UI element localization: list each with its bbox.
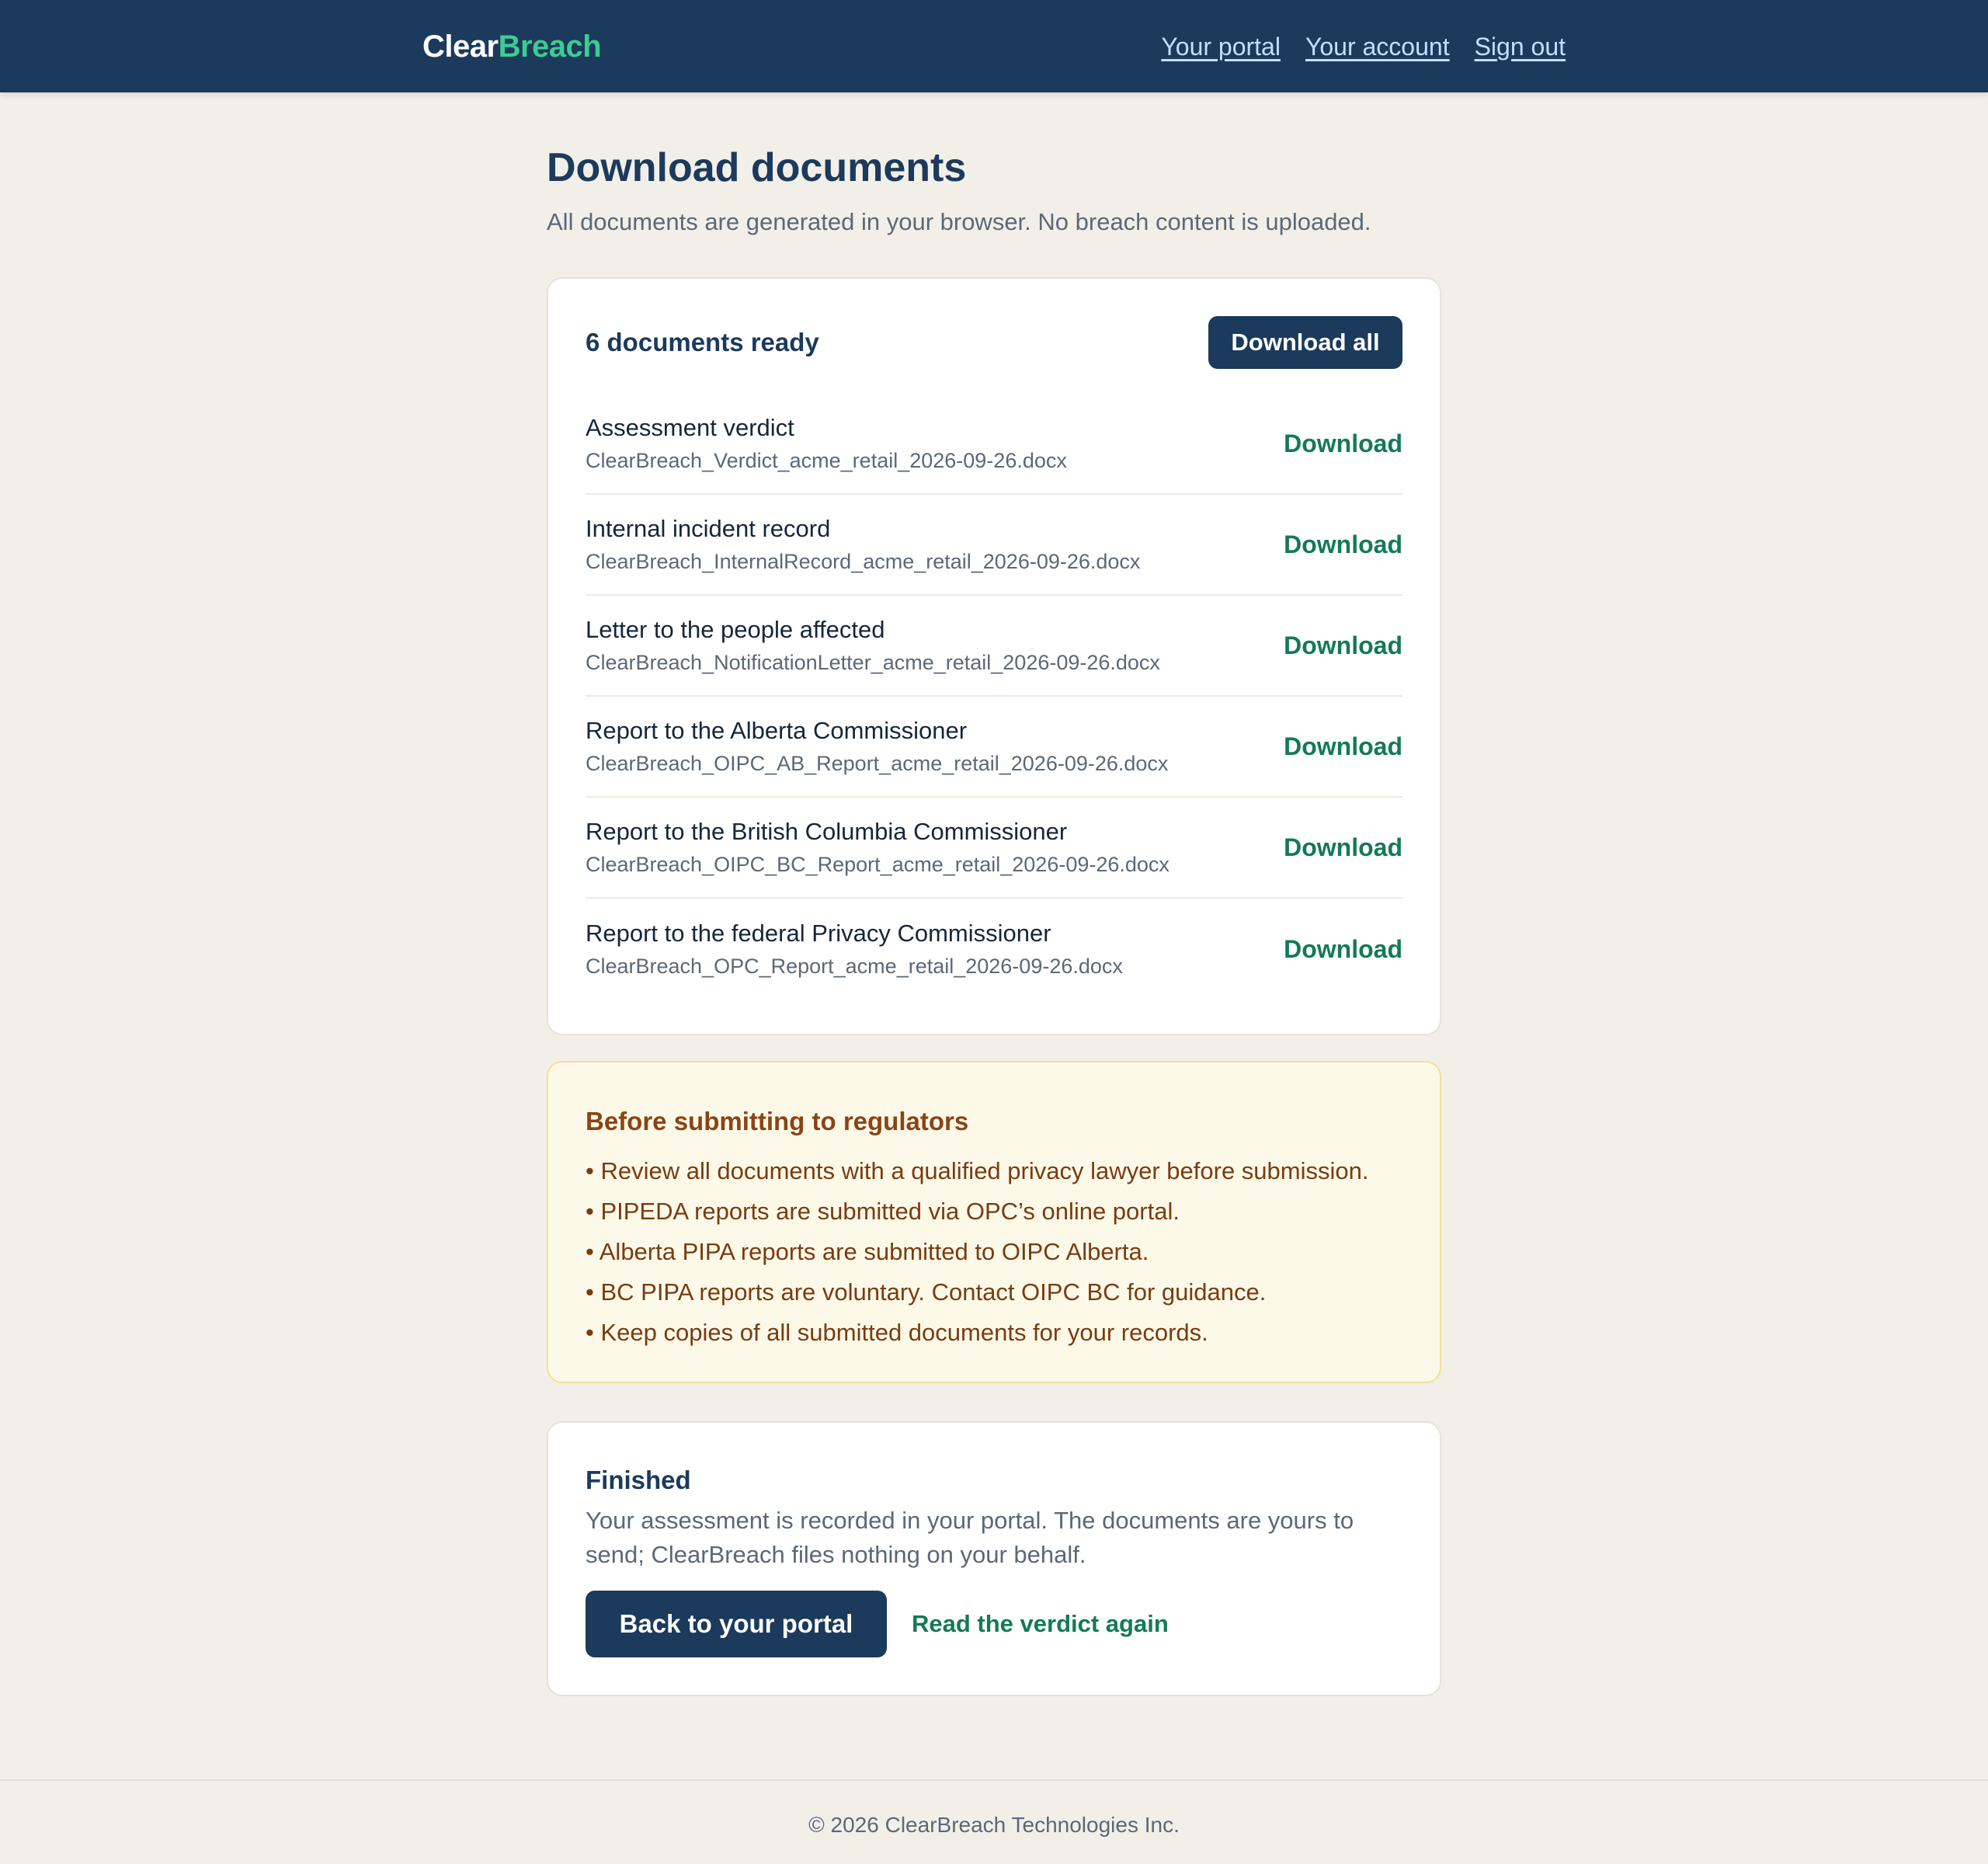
nav-link-sign-out[interactable]: Sign out [1475,30,1566,64]
document-row-federal-report: Report to the federal Privacy Commission… [586,899,1402,1000]
download-button-internal-record[interactable]: Download [1284,530,1402,559]
page-subtitle: All documents are generated in your brow… [547,208,1371,235]
document-info: Report to the Alberta Commissioner Clear… [586,715,1168,778]
finished-title: Finished [586,1466,691,1494]
document-row-bc-report: Report to the British Columbia Commissio… [586,798,1402,899]
document-info: Assessment verdict ClearBreach_Verdict_a… [586,412,1067,475]
document-info: Report to the federal Privacy Commission… [586,917,1123,981]
download-all-button[interactable]: Download all [1208,316,1402,369]
finished-card: Finished Your assessment is recorded in … [547,1421,1441,1696]
download-button-alberta-report[interactable]: Download [1284,732,1402,761]
document-filename: ClearBreach_OIPC_BC_Report_acme_retail_2… [586,853,1170,876]
document-title: Report to the federal Privacy Commission… [586,920,1051,947]
document-title: Report to the British Columbia Commissio… [586,818,1068,845]
download-button-federal-report[interactable]: Download [1284,935,1402,964]
document-info: Report to the British Columbia Commissio… [586,816,1170,879]
documents-card: 6 documents ready Download all Assessmen… [547,277,1441,1035]
download-button-notification-letter[interactable]: Download [1284,631,1402,660]
document-filename: ClearBreach_OIPC_AB_Report_acme_retail_2… [586,752,1169,775]
brand-logo-part-clear: Clear [422,30,499,64]
finished-actions: Back to your portal Read the verdict aga… [586,1591,1169,1657]
documents-list: Assessment verdict ClearBreach_Verdict_a… [586,394,1402,1000]
warning-title: Before submitting to regulators [586,1107,969,1135]
document-info: Letter to the people affected ClearBreac… [586,614,1160,677]
warning-item: • Review all documents with a qualified … [586,1157,1369,1184]
brand-logo-part-breach: Breach [498,30,602,64]
documents-count: 6 documents ready [586,328,819,356]
document-row-verdict: Assessment verdict ClearBreach_Verdict_a… [586,394,1402,495]
back-to-portal-button[interactable]: Back to your portal [586,1591,887,1657]
document-info: Internal incident record ClearBreach_Int… [586,513,1140,576]
nav-link-your-account[interactable]: Your account [1305,30,1450,64]
top-navbar: ClearBreach Your portal Your account Sig… [0,0,1988,92]
brand-logo[interactable]: ClearBreach [422,26,602,67]
read-verdict-link[interactable]: Read the verdict again [912,1610,1169,1638]
warning-item: • Alberta PIPA reports are submitted to … [586,1238,1149,1265]
header-nav: Your portal Your account Sign out [1161,30,1566,64]
download-button-verdict[interactable]: Download [1284,429,1402,458]
documents-card-header: 6 documents ready Download all [586,316,1402,369]
document-filename: ClearBreach_Verdict_acme_retail_2026-09-… [586,449,1067,472]
document-filename: ClearBreach_InternalRecord_acme_retail_2… [586,550,1141,573]
document-title: Report to the Alberta Commissioner [586,717,968,744]
download-button-bc-report[interactable]: Download [1284,833,1402,862]
document-row-notification-letter: Letter to the people affected ClearBreac… [586,596,1402,697]
page-title: Download documents [547,145,967,190]
finished-description: Your assessment is recorded in your port… [586,1507,1354,1568]
footer-divider [0,1779,1988,1781]
warning-item: • PIPEDA reports are submitted via OPC’s… [586,1198,1180,1225]
document-filename: ClearBreach_NotificationLetter_acme_reta… [586,651,1160,674]
warning-list: • Review all documents with a qualified … [586,1151,1368,1353]
document-filename: ClearBreach_OPC_Report_acme_retail_2026-… [586,955,1123,978]
document-row-alberta-report: Report to the Alberta Commissioner Clear… [586,697,1402,798]
document-title: Assessment verdict [586,414,794,441]
document-title: Internal incident record [586,515,831,542]
document-row-internal-record: Internal incident record ClearBreach_Int… [586,495,1402,596]
nav-link-your-portal[interactable]: Your portal [1161,30,1281,64]
warning-item: • BC PIPA reports are voluntary. Contact… [586,1278,1267,1306]
warning-item: • Keep copies of all submitted documents… [586,1319,1208,1346]
regulator-warning-callout: Before submitting to regulators • Review… [547,1061,1441,1383]
footer-copyright: © 2026 ClearBreach Technologies Inc. [808,1813,1180,1837]
document-title: Letter to the people affected [586,616,885,643]
